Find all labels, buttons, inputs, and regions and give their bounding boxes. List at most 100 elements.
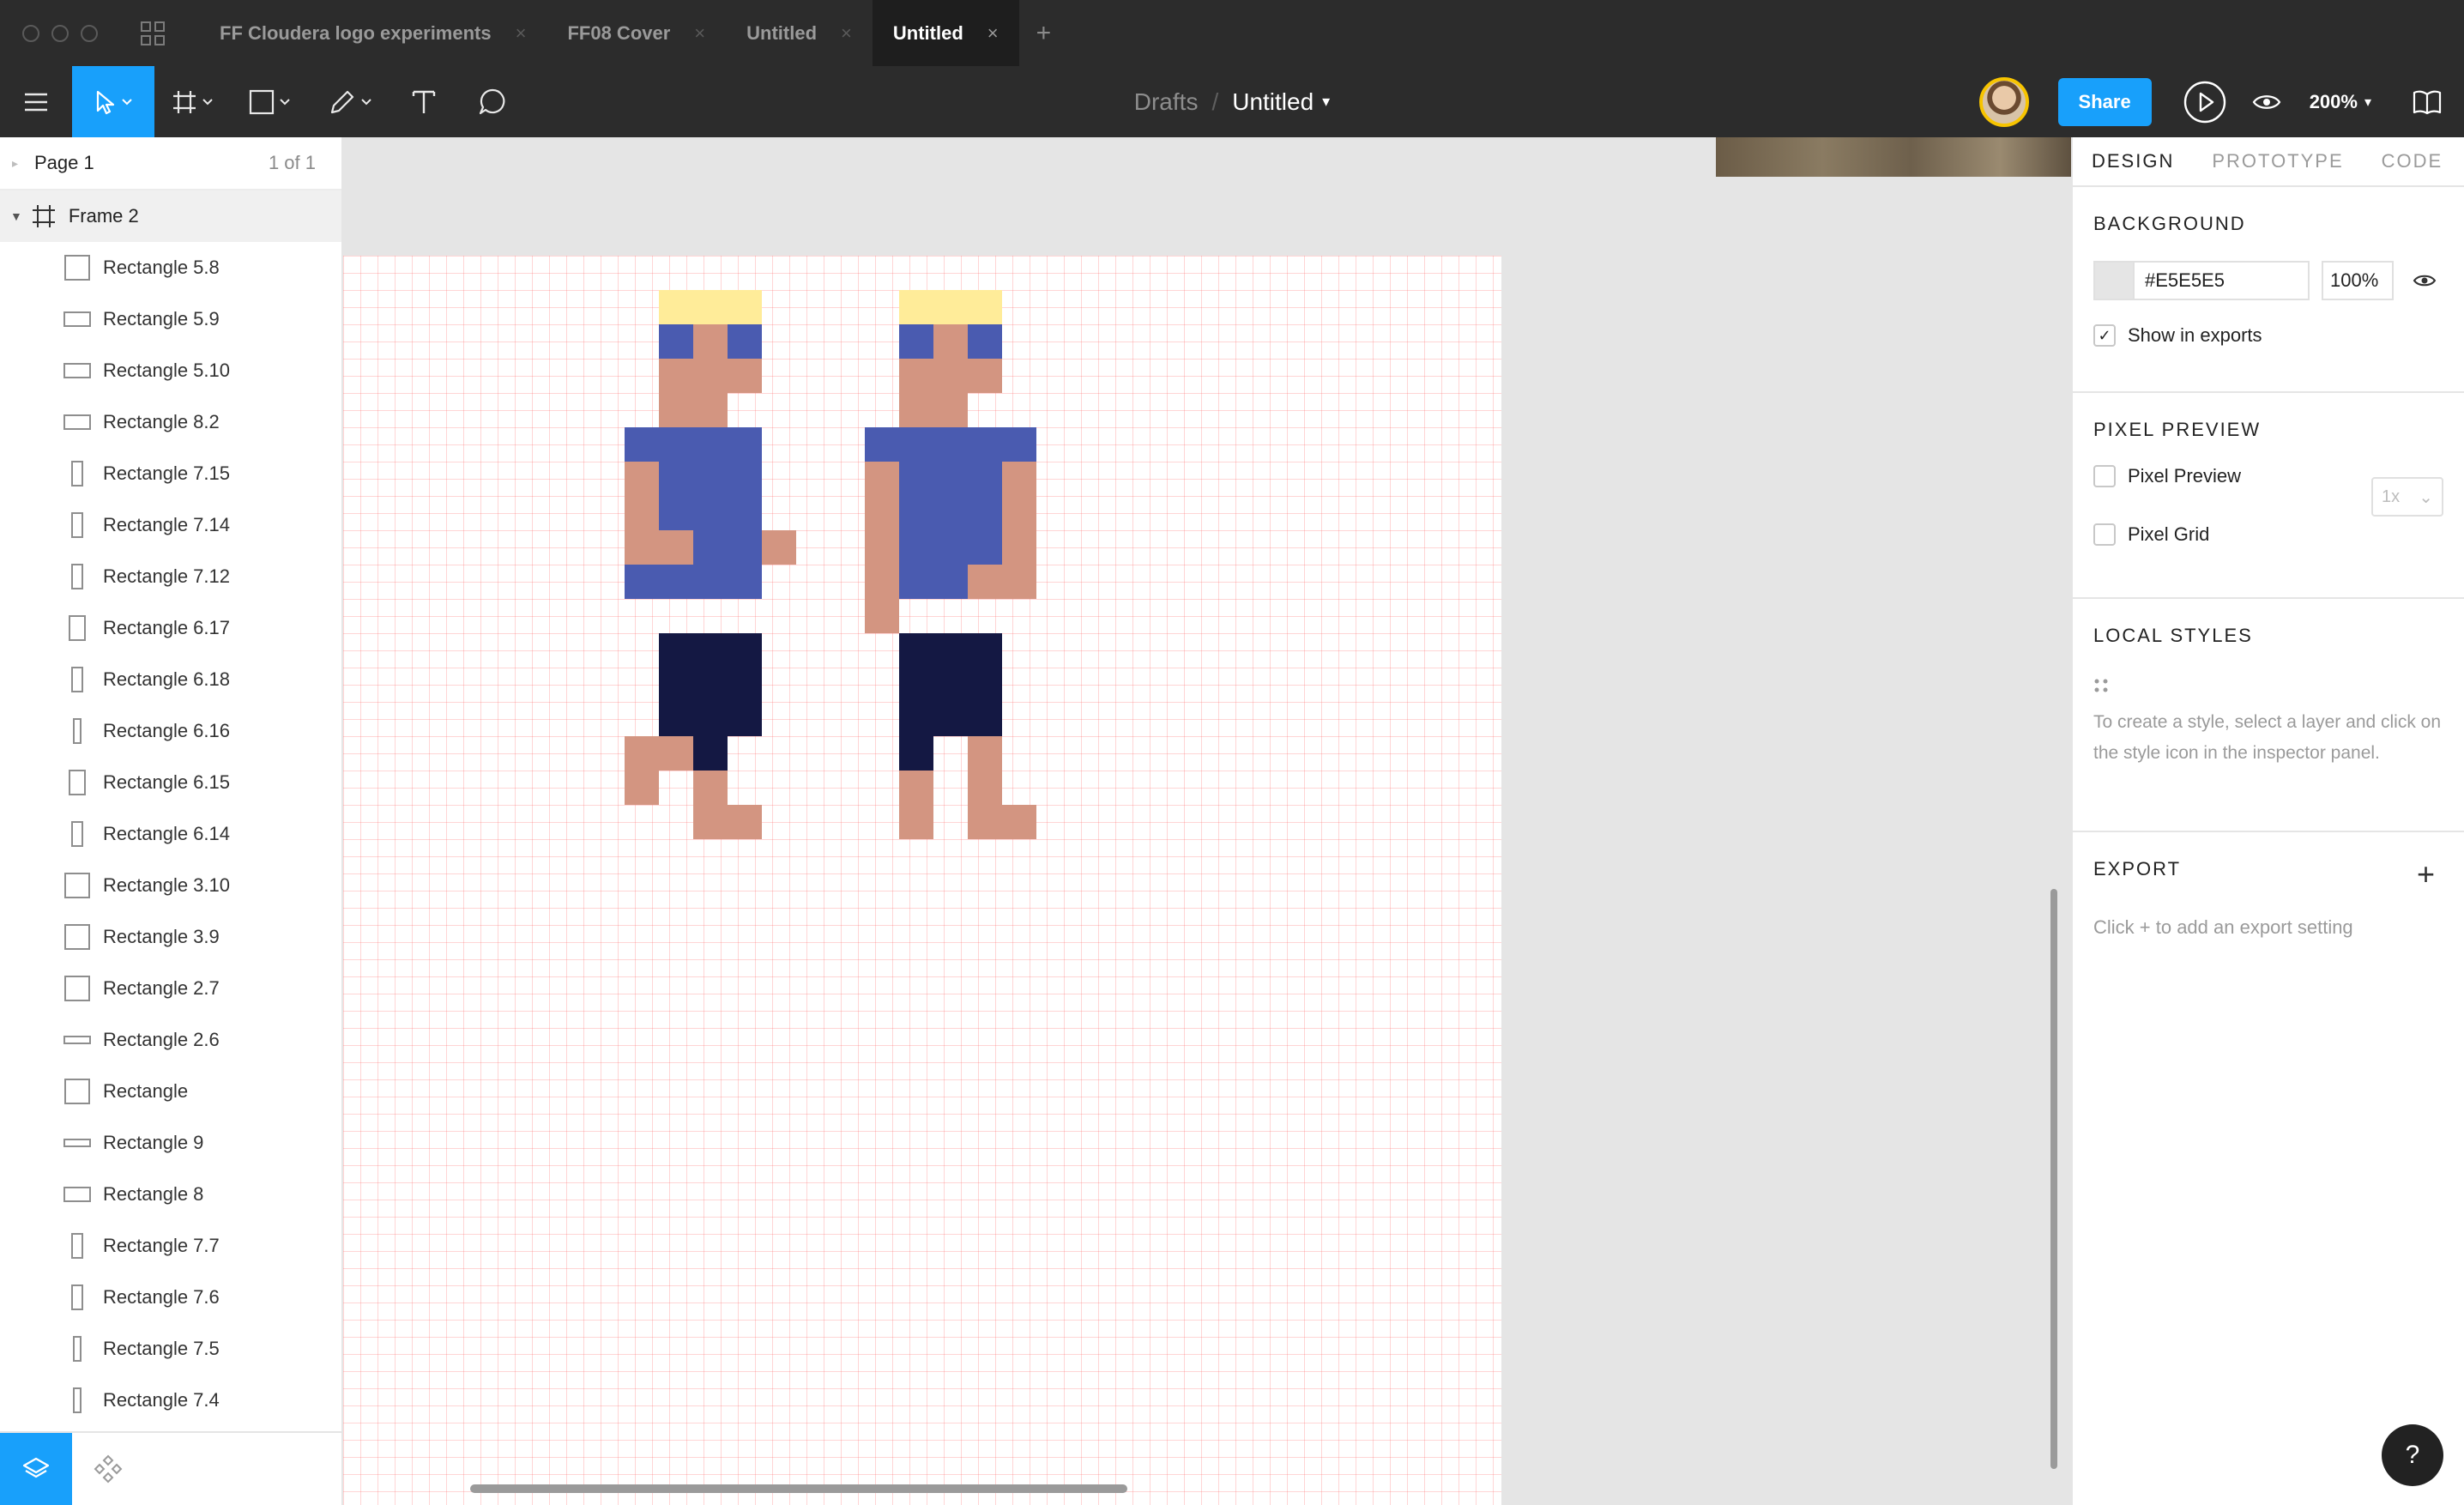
avatar[interactable] xyxy=(1978,76,2029,127)
pixel-hand[interactable] xyxy=(659,530,693,565)
pen-tool-button[interactable] xyxy=(309,66,391,137)
pixel-neck[interactable] xyxy=(899,393,968,427)
layer-row[interactable]: Rectangle 8 xyxy=(0,1169,341,1220)
layer-row[interactable]: Rectangle 7.14 xyxy=(0,499,341,551)
layer-row[interactable]: Rectangle 8.2 xyxy=(0,396,341,448)
frame-2[interactable] xyxy=(343,256,1501,1505)
pixel-pants[interactable] xyxy=(659,633,762,736)
show-in-exports-checkbox[interactable]: ✓ xyxy=(2093,324,2116,347)
layer-row[interactable]: Rectangle 3.10 xyxy=(0,860,341,911)
layer-frame-2[interactable]: ▼ Frame 2 xyxy=(0,190,341,242)
main-menu-button[interactable] xyxy=(0,66,72,137)
pixel-nose[interactable] xyxy=(968,359,1002,393)
layer-row[interactable]: Rectangle 7.4 xyxy=(0,1375,341,1426)
layer-row[interactable]: Rectangle 6.17 xyxy=(0,602,341,654)
zoom-menu[interactable]: 200% ▾ xyxy=(2310,91,2371,113)
pixel-leg[interactable] xyxy=(659,736,693,771)
eye-icon[interactable] xyxy=(2413,273,2437,288)
tab-untitled-active[interactable]: Untitled × xyxy=(872,0,1019,66)
pixel-preview-scale-select[interactable]: 1x ⌄ xyxy=(2371,477,2443,517)
tab-close-icon[interactable]: × xyxy=(516,22,527,45)
page-selector[interactable]: ▸ Page 1 1 of 1 xyxy=(0,137,341,190)
pixel-preview-checkbox[interactable] xyxy=(2093,465,2116,487)
layer-row[interactable]: Rectangle 5.9 xyxy=(0,293,341,345)
zoom-window-button[interactable] xyxy=(81,24,98,42)
pixel-hair[interactable] xyxy=(659,290,762,324)
preview-button[interactable] xyxy=(2236,66,2298,137)
layer-row[interactable]: Rectangle 7.5 xyxy=(0,1323,341,1375)
layer-row[interactable]: Rectangle xyxy=(0,1066,341,1117)
pixel-arm[interactable] xyxy=(865,462,899,633)
pixel-hair[interactable] xyxy=(899,290,1002,324)
tab-code[interactable]: CODE xyxy=(2363,137,2462,185)
shape-tool-button[interactable] xyxy=(230,66,309,137)
pixel-neck[interactable] xyxy=(659,393,728,427)
pixel-face[interactable] xyxy=(693,324,728,359)
minimize-window-button[interactable] xyxy=(51,24,69,42)
pixel-pants[interactable] xyxy=(899,633,1002,736)
pixel-face[interactable] xyxy=(933,324,968,359)
pixel-grid-checkbox[interactable] xyxy=(2093,523,2116,546)
close-window-button[interactable] xyxy=(22,24,39,42)
present-button[interactable] xyxy=(2174,66,2236,137)
components-tab[interactable] xyxy=(72,1433,144,1505)
pixel-leg[interactable] xyxy=(968,736,1002,839)
move-tool-button[interactable] xyxy=(72,66,154,137)
tab-close-icon[interactable]: × xyxy=(841,22,852,45)
add-export-icon[interactable]: + xyxy=(2417,856,2435,892)
layer-row[interactable]: Rectangle 2.7 xyxy=(0,963,341,1014)
pixel-foot[interactable] xyxy=(1002,805,1036,839)
pixel-arm[interactable] xyxy=(625,462,659,565)
pixel-hand[interactable] xyxy=(968,565,1036,599)
layer-row[interactable]: Rectangle 5.8 xyxy=(0,242,341,293)
horizontal-scrollbar[interactable] xyxy=(470,1484,1127,1493)
color-swatch[interactable] xyxy=(2095,263,2135,299)
show-in-exports-option[interactable]: ✓ Show in exports xyxy=(2093,324,2443,347)
new-tab-button[interactable]: + xyxy=(1019,0,1069,66)
frame-tool-button[interactable] xyxy=(154,66,230,137)
tab-ff-cloudera[interactable]: FF Cloudera logo experiments × xyxy=(199,0,547,66)
background-opacity-field[interactable]: 100% xyxy=(2322,261,2394,300)
pixel-face[interactable] xyxy=(899,359,968,393)
layer-row[interactable]: Rectangle 2.6 xyxy=(0,1014,341,1066)
layer-row[interactable]: Rectangle 7.12 xyxy=(0,551,341,602)
layer-row[interactable]: Rectangle 7.15 xyxy=(0,448,341,499)
layer-row[interactable]: Rectangle 6.15 xyxy=(0,757,341,808)
pixel-leg[interactable] xyxy=(693,771,728,839)
layer-row[interactable]: Rectangle 7.6 xyxy=(0,1272,341,1323)
tab-untitled[interactable]: Untitled × xyxy=(726,0,873,66)
layer-row[interactable]: Rectangle 6.16 xyxy=(0,705,341,757)
pixel-leg[interactable] xyxy=(625,736,659,805)
image-layer-edge[interactable] xyxy=(1716,137,2071,177)
pixel-grid-option[interactable]: Pixel Grid xyxy=(2093,523,2443,546)
layer-row[interactable]: Rectangle 7.7 xyxy=(0,1220,341,1272)
layer-row[interactable]: Rectangle 6.18 xyxy=(0,654,341,705)
layers-tab[interactable] xyxy=(0,1433,72,1505)
layer-row[interactable]: Rectangle 9 xyxy=(0,1117,341,1169)
chevron-down-icon[interactable]: ▼ xyxy=(10,209,22,223)
vertical-scrollbar[interactable] xyxy=(2050,889,2057,1469)
library-button[interactable] xyxy=(2401,66,2454,137)
tab-ff08-cover[interactable]: FF08 Cover × xyxy=(547,0,726,66)
tab-close-icon[interactable]: × xyxy=(987,22,999,45)
pixel-leg[interactable] xyxy=(899,771,933,839)
canvas[interactable] xyxy=(343,137,2071,1505)
pixel-foot[interactable] xyxy=(728,805,762,839)
pixel-nose[interactable] xyxy=(728,359,762,393)
layer-row[interactable]: Rectangle 5.10 xyxy=(0,345,341,396)
file-browser-icon[interactable] xyxy=(141,21,165,45)
chevron-down-icon[interactable]: ▾ xyxy=(1322,93,1330,111)
breadcrumb-drafts[interactable]: Drafts xyxy=(1134,88,1199,116)
layer-row[interactable]: Rectangle 6.14 xyxy=(0,808,341,860)
text-tool-button[interactable] xyxy=(391,66,456,137)
pixel-hand[interactable] xyxy=(762,530,796,565)
tab-prototype[interactable]: PROTOTYPE xyxy=(2193,137,2362,185)
pixel-pants[interactable] xyxy=(899,736,933,771)
help-button[interactable]: ? xyxy=(2382,1424,2443,1486)
share-button[interactable]: Share xyxy=(2057,77,2152,126)
pixel-face[interactable] xyxy=(659,359,728,393)
comment-tool-button[interactable] xyxy=(456,66,528,137)
background-color-field[interactable]: #E5E5E5 xyxy=(2093,261,2310,300)
tab-close-icon[interactable]: × xyxy=(694,22,705,45)
file-name[interactable]: Untitled xyxy=(1232,88,1314,116)
